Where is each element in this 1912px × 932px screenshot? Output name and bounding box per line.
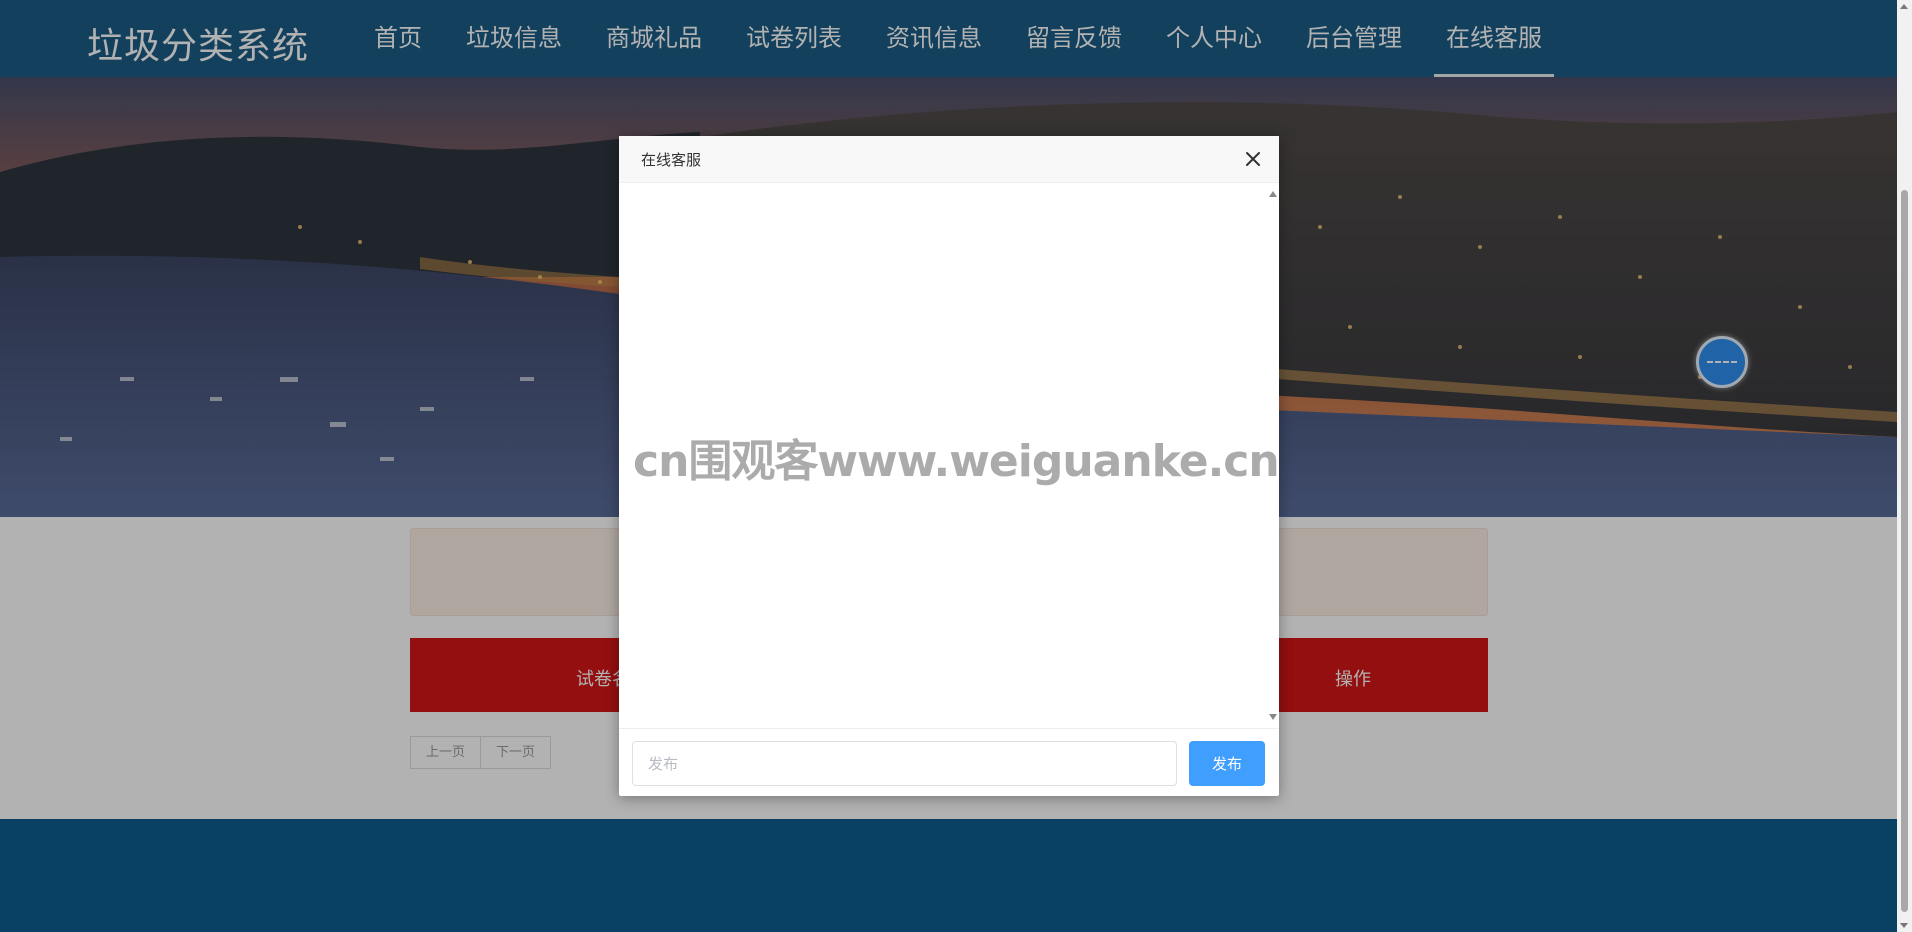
scrollbar-up-arrow-icon[interactable] [1900,4,1908,9]
dialog-header: 在线客服 [619,136,1279,183]
scrollbar-down-arrow-icon[interactable] [1900,923,1908,928]
message-input[interactable] [632,741,1177,786]
page-scrollbar[interactable] [1897,0,1912,932]
watermark-text: cn围观客www.weiguanke.cn [633,436,1280,487]
scroll-up-arrow-icon[interactable] [1269,191,1277,197]
dialog-footer: 发布 [619,728,1279,796]
dialog-title: 在线客服 [641,151,702,169]
scroll-down-arrow-icon[interactable] [1269,714,1277,720]
send-button[interactable]: 发布 [1189,741,1265,786]
scrollbar-thumb[interactable] [1901,190,1908,912]
close-icon[interactable] [1241,147,1265,171]
